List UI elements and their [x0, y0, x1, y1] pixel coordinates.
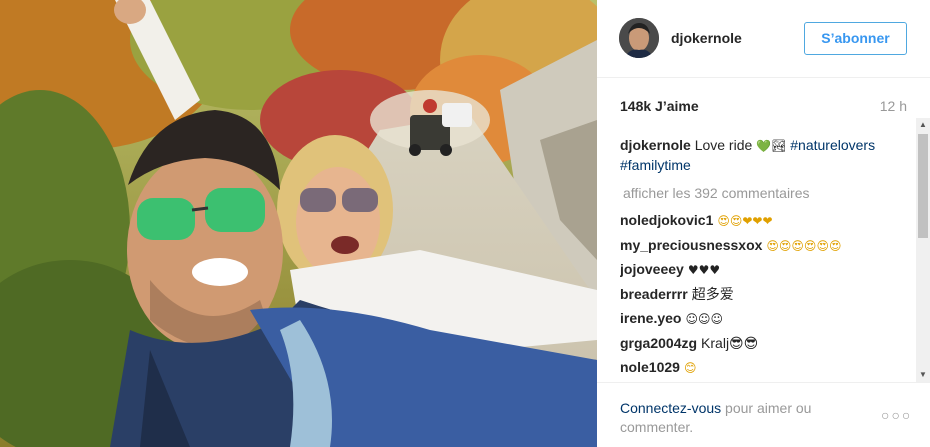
scroll-up-arrow-icon[interactable]: ▲: [916, 118, 930, 132]
list-item: nole1029 😊: [620, 357, 912, 382]
comment-text: 😍😍❤❤❤: [717, 214, 773, 228]
landscape-icon: 🏞: [771, 139, 787, 153]
list-item: noledjokovic1 😍😍❤❤❤: [620, 210, 912, 235]
hashtag-link[interactable]: #naturelovers: [790, 137, 875, 153]
comments-list[interactable]: djokernole Love ride 💚🏞 #naturelovers #f…: [620, 136, 912, 382]
comment-username[interactable]: my_preciousnessxox: [620, 237, 762, 253]
list-item: breaderrrr 超多爱: [620, 284, 912, 309]
caption-username[interactable]: djokernole: [620, 137, 691, 153]
comment-username[interactable]: grga2004zg: [620, 335, 697, 351]
comment-username[interactable]: irene.yeo: [620, 310, 681, 326]
comment-text: Kralj😎😎: [701, 334, 759, 351]
load-more-comments[interactable]: afficher les 392 commentaires: [623, 183, 912, 203]
like-count[interactable]: 148k J’aime: [620, 98, 699, 114]
more-options-icon[interactable]: ○○○: [881, 407, 912, 423]
caption-text: Love ride: [694, 137, 753, 153]
follow-button[interactable]: S’abonner: [804, 22, 907, 55]
comment-text: ☺☺☺: [685, 312, 724, 326]
likes-row: 148k J’aime 12 h: [620, 98, 907, 118]
comment-text: 超多爱: [691, 285, 734, 302]
comment-username[interactable]: nole1029: [620, 359, 680, 375]
list-item: jojoveeey ♥♥♥: [620, 259, 912, 284]
comment-username[interactable]: breaderrrr: [620, 286, 688, 302]
comment-rows: noledjokovic1 😍😍❤❤❤ my_preciousnessxox 😍😍😍…: [620, 210, 912, 382]
comment-text: 😍😍😍😍😍😍: [766, 238, 842, 253]
comment-text: 😊: [683, 361, 697, 375]
comment-text: ♥♥♥: [687, 263, 721, 277]
comment-username[interactable]: jojoveeey: [620, 261, 684, 277]
scroll-down-arrow-icon[interactable]: ▼: [916, 368, 930, 382]
list-item: grga2004zg Kralj😎😎: [620, 333, 912, 358]
hashtag-link[interactable]: #familytime: [620, 157, 691, 173]
post-footer: Connectez-vous pour aimer ou commenter. …: [597, 382, 930, 447]
post-photo[interactable]: [0, 0, 597, 447]
post-header: djokernole S’abonner: [597, 0, 930, 78]
login-prompt: Connectez-vous pour aimer ou commenter.: [620, 399, 850, 437]
avatar[interactable]: [619, 18, 659, 58]
post-panel: djokernole S’abonner 148k J’aime 12 h dj…: [597, 0, 930, 447]
comments-scrollbar[interactable]: ▲ ▼: [916, 118, 930, 382]
scrollbar-thumb[interactable]: [918, 134, 928, 238]
comment-username[interactable]: noledjokovic1: [620, 212, 713, 228]
post-username[interactable]: djokernole: [671, 30, 742, 46]
caption: djokernole Love ride 💚🏞 #naturelovers #f…: [620, 136, 912, 175]
list-item: my_preciousnessxox 😍😍😍😍😍😍: [620, 235, 912, 260]
green-heart-icon: 💚: [756, 139, 772, 153]
post-age[interactable]: 12 h: [880, 98, 907, 114]
list-item: irene.yeo ☺☺☺: [620, 308, 912, 333]
login-link[interactable]: Connectez-vous: [620, 400, 721, 416]
